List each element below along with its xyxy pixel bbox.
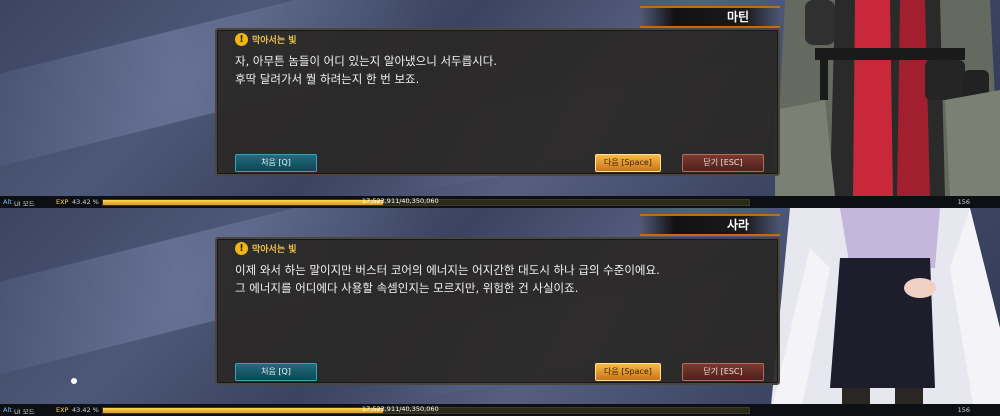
exp-percent: 43.42 % [72, 406, 99, 414]
cursor-dot [71, 378, 77, 384]
exp-bar-fill [103, 408, 384, 413]
dialogue-box: ! 막아서는 빛 자, 아무튼 놈들이 어디 있는지 알아냈으니 서두릅시다. … [215, 28, 780, 176]
first-button[interactable]: 처음 [Q] [235, 154, 317, 172]
status-bar: Alt UI 모드 EXP 43.42 % 17,523,911/40,350,… [0, 196, 1000, 208]
dialogue-box: ! 막아서는 빛 이제 와서 하는 말이지만 버스터 코어의 에너지는 어지간한… [215, 237, 780, 385]
dialogue-line: 후딱 달려가서 뭘 하려는지 한 번 보죠. [235, 72, 420, 86]
close-button[interactable]: 닫기 [ESC] [682, 363, 764, 381]
warning-icon: ! [235, 242, 248, 255]
speaker-nametag: 사라 [640, 214, 780, 236]
alt-key-label: Alt [3, 198, 12, 206]
ui-mode-button[interactable]: UI 모드 [14, 198, 35, 208]
speaker-name: 사라 [726, 218, 750, 232]
dialogue-line: 자, 아무튼 놈들이 어디 있는지 알아냈으니 서두릅시다. [235, 54, 498, 68]
game-screen: 마틴 ! 막아서는 빛 자, 아무튼 놈들이 어디 있는지 알아냈으니 서두릅시… [0, 0, 1000, 416]
level-value: 156 [957, 406, 970, 414]
dialogue-line: 이제 와서 하는 말이지만 버스터 코어의 에너지는 어지간한 대도시 하나 급… [235, 263, 660, 277]
quest-title-row: ! 막아서는 빛 [235, 33, 297, 46]
alt-key-label: Alt [3, 406, 12, 414]
exp-value: 17,523,911/40,350,060 [362, 197, 439, 205]
close-button[interactable]: 닫기 [ESC] [682, 154, 764, 172]
exp-label: EXP [56, 406, 69, 414]
status-bar: Alt UI 모드 EXP 43.42 % 17,523,911/40,350,… [0, 404, 1000, 416]
speaker-name: 마틴 [726, 10, 750, 24]
quest-title: 막아서는 빛 [252, 36, 297, 46]
first-button[interactable]: 처음 [Q] [235, 363, 317, 381]
quest-title: 막아서는 빛 [252, 245, 297, 255]
dialogue-line: 그 에너지를 어디에다 사용할 속셈인지는 모르지만, 위험한 건 사실이죠. [235, 281, 579, 295]
quest-title-row: ! 막아서는 빛 [235, 242, 297, 255]
level-value: 156 [957, 198, 970, 206]
next-button[interactable]: 다음 [Space] [595, 363, 661, 381]
character-portrait-martin [775, 0, 1000, 196]
exp-bar-fill [103, 200, 384, 205]
exp-label: EXP [56, 198, 69, 206]
dialogue-text: 이제 와서 하는 말이지만 버스터 코어의 에너지는 어지간한 대도시 하나 급… [235, 261, 660, 297]
dialogue-scene-1: 마틴 ! 막아서는 빛 자, 아무튼 놈들이 어디 있는지 알아냈으니 서두릅시… [0, 0, 1000, 208]
dialogue-scene-2: 사라 ! 막아서는 빛 이제 와서 하는 말이지만 버스터 코어의 에너지는 어… [0, 208, 1000, 416]
exp-percent: 43.42 % [72, 198, 99, 206]
character-portrait-sara [770, 208, 1000, 416]
dialogue-text: 자, 아무튼 놈들이 어디 있는지 알아냈으니 서두릅시다. 후딱 달려가서 뭘… [235, 52, 497, 88]
ui-mode-button[interactable]: UI 모드 [14, 406, 35, 416]
exp-value: 17,523,911/40,350,060 [362, 405, 439, 413]
warning-icon: ! [235, 33, 248, 46]
next-button[interactable]: 다음 [Space] [595, 154, 661, 172]
speaker-nametag: 마틴 [640, 6, 780, 28]
